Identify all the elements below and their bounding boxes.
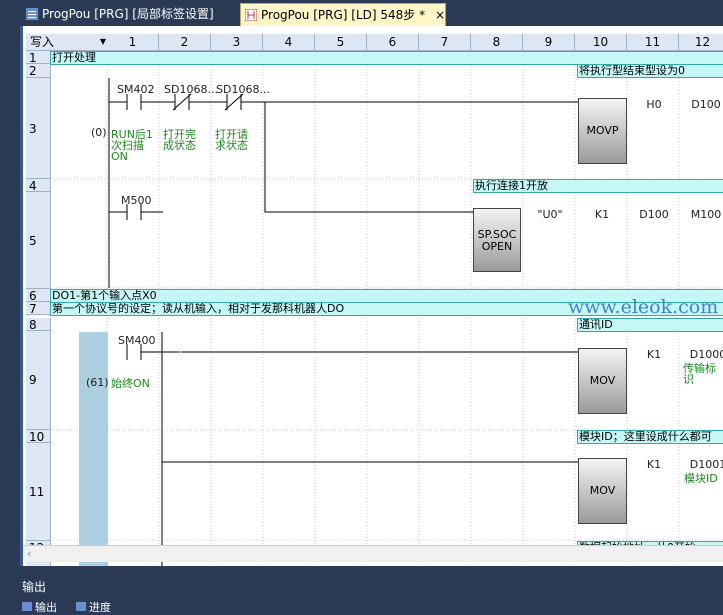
operand[interactable]: D100 [630,208,678,221]
left-dock-strip [0,26,20,609]
device-comment: 模块ID [684,472,718,485]
row-number: 1 [26,51,51,65]
operand[interactable]: D1000 [684,348,723,361]
row-number: 5 [26,192,51,289]
watermark-text: www.eleok.com [568,296,719,318]
instruction-block-movp[interactable]: MOVP [578,98,627,164]
operand[interactable]: K1 [630,458,678,471]
contact-device[interactable]: SM402 [117,83,154,96]
note-comment[interactable]: 将执行型结束型设为0 [577,64,723,78]
horizontal-scrollbar[interactable]: ‹ [23,545,723,562]
statement-comment[interactable]: 打开处理 [50,51,723,65]
step-number: (0) [91,126,107,139]
contact-device[interactable]: SD1068... [216,83,270,96]
device-comment: 传输标识 [683,362,716,386]
tab-label: 进度 [89,601,111,614]
tab-local-label-settings[interactable]: ProgPou [PRG] [局部标签设置] [22,3,234,25]
device-comment: 打开完 成状态 [163,128,196,152]
row-number: 3 [26,78,51,179]
panel-title: 输出 [22,580,47,594]
tab-label: ProgPou [PRG] [局部标签设置] [42,7,214,21]
operand[interactable]: M100 [682,208,723,221]
row-number: 4 [26,179,51,193]
tab-output[interactable]: 输出 [22,599,57,614]
label-table-icon [26,8,38,20]
operand[interactable]: K1 [630,348,678,361]
contact-device[interactable]: SD1068... [164,83,218,96]
ladder-editor[interactable]: 写入 ▼ 1 2 3 4 5 6 7 8 9 10 11 12 1 2 3 4 … [20,26,723,566]
row-number: 10 [26,430,51,444]
contact-device[interactable]: M500 [121,194,152,207]
row-number: 7 [26,302,51,316]
row-number: 6 [26,289,51,303]
contact-device[interactable]: SM400 [118,334,155,347]
operand[interactable]: D100 [682,98,723,111]
operand[interactable]: D1001 [684,458,723,471]
note-comment[interactable]: 模块ID；这里设成什么都可 [577,430,723,444]
tab-label: ProgPou [PRG] [LD] 548步 * [261,8,426,22]
instruction-block-sp-socopen[interactable]: SP.SOC OPEN [473,208,521,272]
device-comment: RUN后1 次扫描 ON [111,128,153,163]
operand[interactable]: "U0" [526,208,574,221]
output-panel: 输出 输出 进度 [0,566,723,614]
tab-ladder-program[interactable]: ProgPou [PRG] [LD] 548步 * × [240,3,446,26]
close-icon[interactable]: × [435,8,445,22]
tab-label: 输出 [35,601,57,614]
output-icon [22,602,32,611]
row-number: 2 [26,64,51,78]
note-comment[interactable]: 执行连接1开放 [473,179,723,193]
device-comment: 始终ON [111,377,150,390]
ladder-icon [245,9,257,21]
document-tab-bar: ProgPou [PRG] [局部标签设置] ProgPou [PRG] [LD… [0,0,723,26]
tab-progress[interactable]: 进度 [76,599,111,614]
row-number: 8 [26,318,51,332]
instruction-block-mov[interactable]: MOV [578,348,627,414]
device-comment: 打开请 求状态 [215,128,248,152]
row-number: 9 [26,331,51,430]
progress-icon [76,602,86,611]
note-comment[interactable]: 通讯ID [577,318,723,332]
operand[interactable]: K1 [578,208,626,221]
scroll-left-icon[interactable]: ‹ [27,547,31,560]
operand[interactable]: H0 [630,98,678,111]
instruction-block-mov[interactable]: MOV [578,458,627,524]
row-number: 11 [26,443,51,541]
step-number: (61) [86,376,109,389]
